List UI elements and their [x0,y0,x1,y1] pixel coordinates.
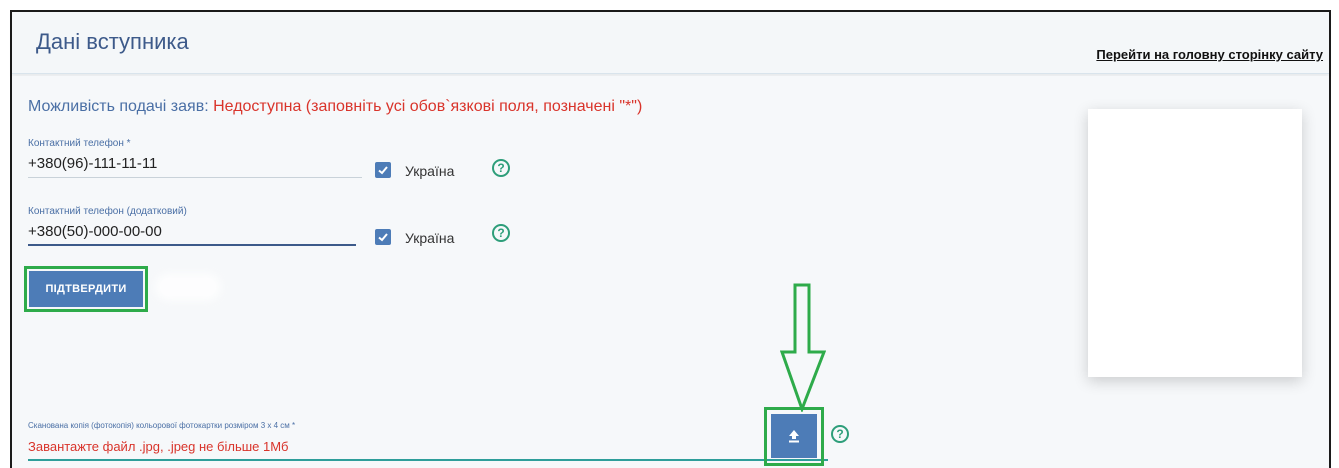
confirm-button[interactable]: ПІДТВЕРДИТИ [29,271,143,307]
phone-country-checkbox[interactable] [375,162,391,178]
check-icon [378,233,388,242]
phone-country-label: Україна [405,163,455,179]
applicant-data-window: Дані вступника Перейти на головну сторін… [10,10,1331,468]
upload-icon [789,430,799,443]
phone-underline [28,177,362,178]
home-page-link[interactable]: Перейти на головну сторінку сайту [1096,47,1323,62]
phone-extra-underline [28,244,356,246]
photo-preview [1088,109,1302,377]
help-icon[interactable]: ? [831,425,849,443]
help-icon[interactable]: ? [492,224,510,242]
phone-extra-country-label: Україна [405,230,455,246]
photo-upload-label: Сканована копія (фотокопія) кольорової ф… [28,421,296,430]
photo-upload-hint: Завантажте файл .jpg, .jpeg не більше 1М… [28,439,289,454]
help-icon[interactable]: ? [492,159,510,177]
main-panel: Можливість подачі заяв: Недоступна (запо… [12,76,1329,468]
cursor-blur [160,278,216,296]
availability-status: Недоступна (заповніть усі обов`язкові по… [213,98,643,115]
down-arrow-annotation [780,283,826,412]
phone-label: Контактний телефон * [28,138,131,149]
phone-extra-label: Контактний телефон (додатковий) [28,206,187,217]
photo-upload-underline [28,459,828,461]
application-availability: Можливість подачі заяв: Недоступна (запо… [28,98,642,116]
upload-button[interactable] [771,414,817,458]
check-icon [378,166,388,175]
phone-extra-country-checkbox[interactable] [375,229,391,245]
phone-extra-input[interactable] [28,223,358,240]
page-title: Дані вступника [36,29,189,54]
page-header: Дані вступника Перейти на головну сторін… [12,12,1329,74]
availability-label: Можливість подачі заяв: [28,98,209,115]
phone-input[interactable] [28,155,358,172]
